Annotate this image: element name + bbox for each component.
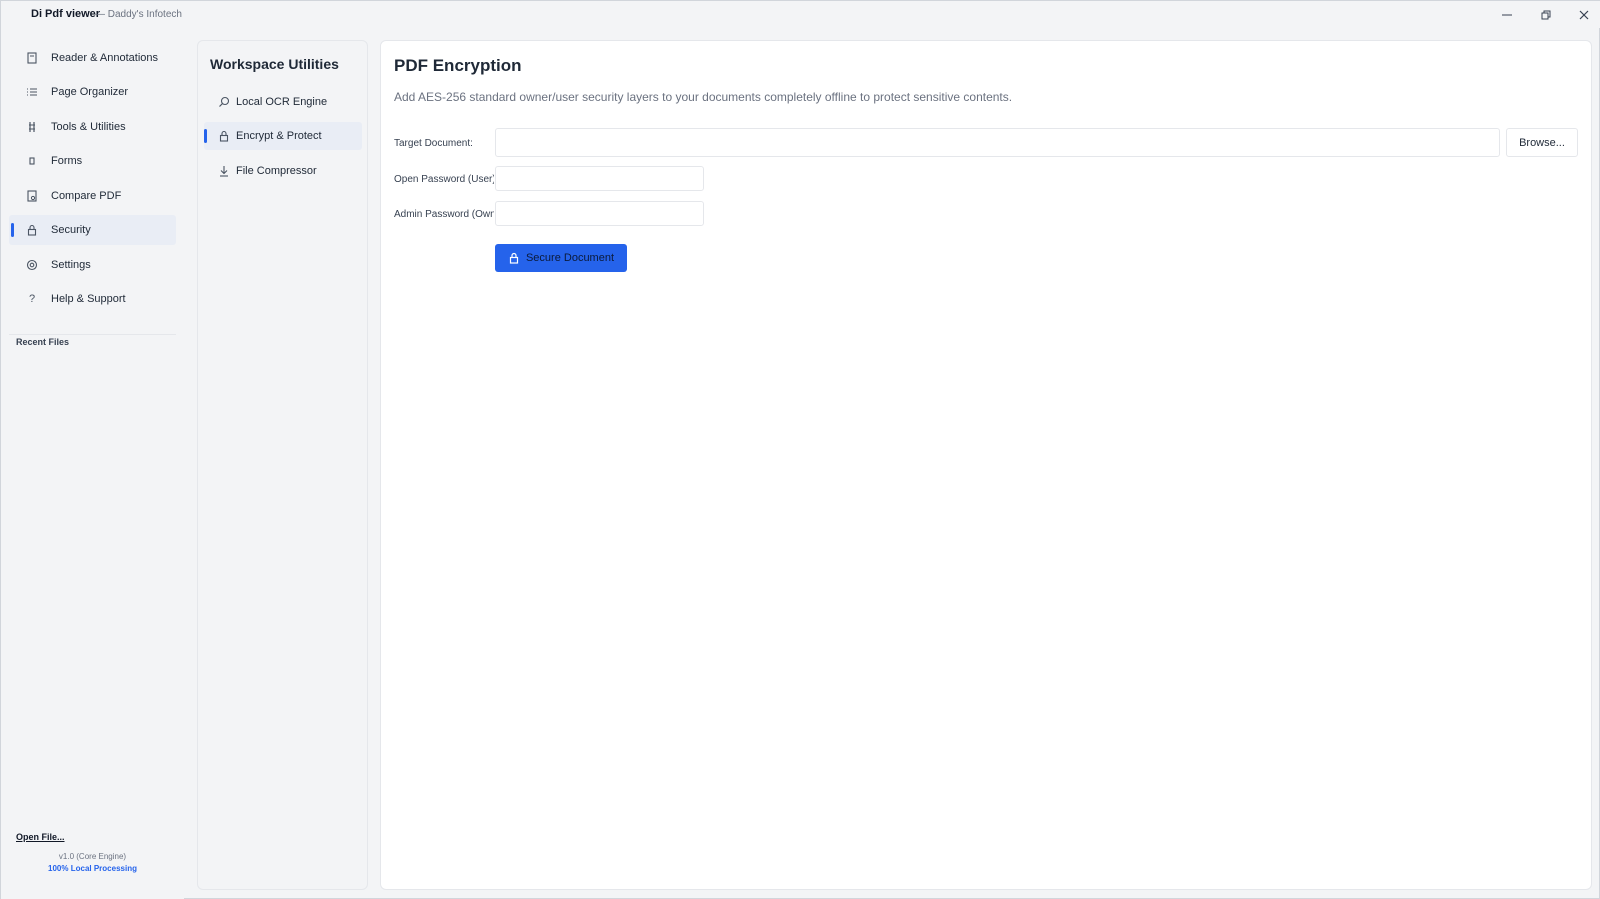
open-password-input[interactable] — [495, 166, 704, 191]
lock-icon — [25, 223, 39, 237]
sidebar-item-label: Settings — [51, 259, 91, 271]
browse-button[interactable]: Browse... — [1506, 128, 1578, 157]
restore-button[interactable] — [1535, 5, 1557, 25]
search-icon — [218, 96, 230, 108]
book-icon — [25, 51, 39, 65]
local-processing-text: 100% Local Processing — [48, 864, 137, 873]
recent-files-heading: Recent Files — [16, 337, 70, 347]
sidebar-item-settings[interactable]: Settings — [9, 250, 176, 280]
workspace-item-encrypt[interactable]: Encrypt & Protect — [204, 122, 362, 150]
sidebar-item-tools[interactable]: Tools & Utilities — [9, 112, 176, 142]
sidebar-item-help[interactable]: ? Help & Support — [9, 284, 176, 314]
title-bar: Di Pdf viewer — Daddy's Infotech — [1, 1, 1600, 28]
minimize-icon — [1502, 14, 1512, 16]
open-file-link[interactable]: Open File... — [16, 832, 65, 842]
sidebar-item-page-organizer[interactable]: Page Organizer — [9, 77, 176, 107]
main-panel: PDF Encryption Add AES-256 standard owne… — [380, 40, 1592, 890]
workspace-item-label: Encrypt & Protect — [236, 130, 322, 142]
close-icon — [1579, 10, 1589, 20]
target-document-label: Target Document: — [394, 138, 473, 149]
sidebar-item-label: Security — [51, 224, 91, 236]
download-icon — [218, 165, 230, 177]
workspace-panel: Workspace Utilities Local OCR Engine Enc… — [197, 40, 368, 890]
target-document-input[interactable] — [495, 128, 1500, 157]
list-icon — [25, 85, 39, 99]
lock-icon — [218, 130, 230, 142]
page-title: PDF Encryption — [394, 56, 522, 75]
gear-icon — [25, 258, 39, 272]
sidebar-divider — [9, 334, 176, 335]
close-button[interactable] — [1573, 5, 1595, 25]
admin-password-label: Admin Password (Owner): — [394, 209, 494, 220]
admin-password-input[interactable] — [495, 201, 704, 226]
help-icon: ? — [28, 293, 36, 305]
compare-icon — [25, 189, 39, 203]
sidebar-item-compare[interactable]: Compare PDF — [9, 181, 176, 211]
open-password-label: Open Password (User): — [394, 174, 494, 185]
workspace-title: Workspace Utilities — [210, 56, 339, 72]
active-indicator — [11, 223, 14, 237]
app-title: Di Pdf viewer — [31, 8, 101, 20]
tools-icon — [25, 120, 39, 134]
sidebar-item-forms[interactable]: Forms — [9, 146, 176, 176]
sidebar-item-label: Tools & Utilities — [51, 121, 126, 133]
version-text: v1.0 (Core Engine) — [58, 852, 127, 861]
form-icon — [25, 154, 39, 168]
sidebar-item-label: Help & Support — [51, 293, 126, 305]
lock-icon — [508, 252, 520, 264]
workspace-item-ocr[interactable]: Local OCR Engine — [204, 88, 362, 116]
active-indicator — [204, 129, 207, 143]
page-description: Add AES-256 standard owner/user security… — [394, 90, 1013, 104]
minimize-button[interactable] — [1496, 5, 1518, 25]
secure-document-button[interactable]: Secure Document — [495, 244, 627, 272]
sidebar-item-reader[interactable]: Reader & Annotations — [9, 43, 176, 73]
restore-icon — [1541, 10, 1551, 20]
sidebar-item-label: Page Organizer — [51, 86, 129, 98]
sidebar: Reader & Annotations Page Organizer Tool… — [1, 28, 184, 899]
app-subtitle: — Daddy's Infotech — [95, 9, 182, 20]
sidebar-item-security[interactable]: Security — [9, 215, 176, 245]
secure-document-label: Secure Document — [525, 252, 615, 264]
app-window: Di Pdf viewer — Daddy's Infotech Reader … — [0, 0, 1600, 899]
sidebar-item-label: Compare PDF — [51, 190, 122, 202]
workspace-item-compressor[interactable]: File Compressor — [204, 157, 362, 185]
workspace-item-label: Local OCR Engine — [236, 96, 328, 108]
sidebar-item-label: Forms — [51, 155, 83, 167]
sidebar-item-label: Reader & Annotations — [51, 52, 159, 64]
workspace-item-label: File Compressor — [236, 165, 317, 177]
